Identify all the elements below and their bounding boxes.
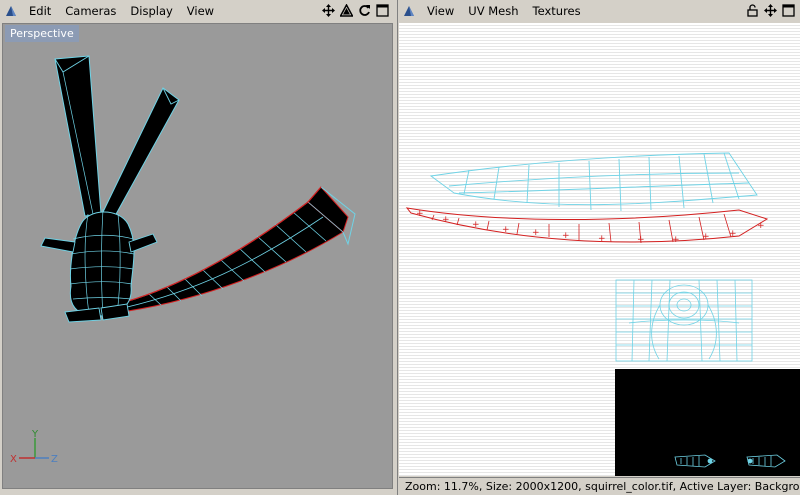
uv-island-tail-top bbox=[429, 152, 758, 212]
perspective-viewport[interactable]: Perspective Y X Z bbox=[2, 23, 393, 489]
3d-model-view: Y X Z bbox=[10, 55, 356, 465]
right-ear-mesh bbox=[102, 87, 180, 217]
tail-mesh bbox=[116, 186, 356, 312]
svg-text:+: + bbox=[532, 228, 540, 238]
texture-preview bbox=[615, 369, 800, 476]
svg-text:+: + bbox=[637, 235, 645, 245]
axis-gizmo: Y X Z bbox=[10, 429, 58, 465]
app-icon[interactable] bbox=[0, 0, 22, 22]
viewport-panel: Edit Cameras Display View Perspective Y … bbox=[0, 0, 394, 495]
svg-text:+: + bbox=[472, 220, 480, 230]
uv-island-tail-selected: + + + + + + + + + + + + bbox=[405, 207, 769, 245]
status-bar: Zoom: 11.7%, Size: 2000x1200, squirrel_c… bbox=[399, 477, 800, 495]
axis-y-label: Y bbox=[31, 429, 39, 440]
viewport-toolbar bbox=[321, 3, 390, 18]
svg-text:+: + bbox=[672, 235, 680, 245]
menu-uv-mesh[interactable]: UV Mesh bbox=[461, 0, 525, 22]
menu-cameras[interactable]: Cameras bbox=[58, 0, 123, 22]
uv-canvas[interactable]: + + + + + + + + + + + + bbox=[399, 23, 800, 476]
svg-text:+: + bbox=[757, 221, 765, 231]
axis-x-label: X bbox=[10, 454, 17, 465]
menu-view[interactable]: View bbox=[180, 0, 221, 22]
axis-z-label: Z bbox=[51, 454, 58, 465]
svg-text:+: + bbox=[729, 229, 737, 239]
menu-edit[interactable]: Edit bbox=[22, 0, 58, 22]
svg-text:+: + bbox=[598, 234, 606, 244]
rotate-icon[interactable] bbox=[357, 3, 372, 18]
uv-toolbar bbox=[745, 3, 796, 18]
left-ear-mesh bbox=[54, 55, 102, 217]
svg-text:+: + bbox=[562, 231, 570, 241]
maximize-icon[interactable] bbox=[375, 3, 390, 18]
move-icon[interactable] bbox=[763, 3, 778, 18]
svg-text:+: + bbox=[442, 215, 450, 225]
move-icon[interactable] bbox=[321, 3, 336, 18]
viewport-menubar: Edit Cameras Display View bbox=[0, 0, 394, 22]
menu-display[interactable]: Display bbox=[123, 0, 179, 22]
uv-menubar: View UV Mesh Textures bbox=[398, 0, 800, 22]
lock-icon[interactable] bbox=[745, 3, 760, 18]
menu-textures[interactable]: Textures bbox=[526, 0, 588, 22]
maximize-icon[interactable] bbox=[781, 3, 796, 18]
app-icon[interactable] bbox=[398, 0, 420, 22]
svg-text:+: + bbox=[416, 209, 424, 219]
uv-island-head bbox=[615, 279, 753, 362]
scale-icon[interactable] bbox=[339, 3, 354, 18]
svg-text:+: + bbox=[702, 232, 710, 242]
menu-view[interactable]: View bbox=[420, 0, 461, 22]
app-window: Edit Cameras Display View Perspective Y … bbox=[0, 0, 800, 495]
svg-text:+: + bbox=[502, 225, 510, 235]
uv-editor-panel: View UV Mesh Textures + + + + + + + + + … bbox=[397, 0, 800, 495]
texture-feet-uv bbox=[674, 454, 786, 468]
